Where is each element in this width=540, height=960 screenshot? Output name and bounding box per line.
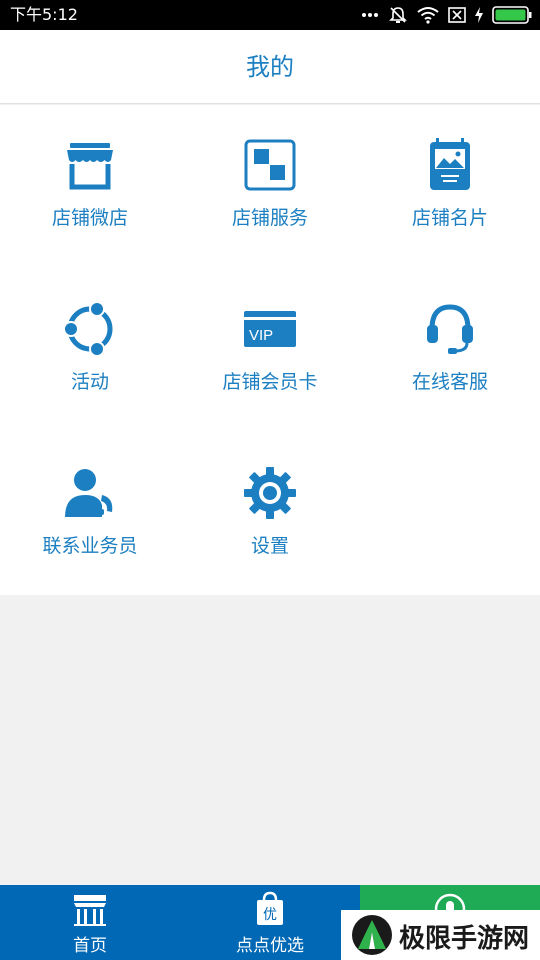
alarm-off-icon bbox=[389, 7, 407, 23]
headset-icon bbox=[427, 304, 473, 354]
menu-grid: 店铺微店 店铺服务 店铺名片 活动 VIP 店铺会员卡 在线客服 联系业务员 设… bbox=[0, 105, 540, 595]
storefront-icon bbox=[67, 143, 113, 190]
bag-badge: 优 bbox=[263, 907, 277, 923]
menu-item-label: 设置 bbox=[250, 535, 289, 557]
vip-card-icon: VIP bbox=[244, 311, 296, 347]
battery-icon bbox=[492, 6, 532, 24]
menu-item-shop-service[interactable]: 店铺服务 bbox=[180, 105, 360, 269]
menu-item-shop-microstore[interactable]: 店铺微店 bbox=[0, 105, 180, 269]
wifi-icon bbox=[417, 7, 439, 24]
activity-share-icon bbox=[63, 301, 113, 357]
menu-item-label: 店铺名片 bbox=[411, 207, 488, 229]
charging-icon bbox=[475, 7, 483, 23]
gear-icon bbox=[244, 467, 296, 519]
watermark-logo-icon bbox=[352, 915, 392, 955]
menu-item-label: 店铺服务 bbox=[231, 207, 308, 229]
menu-item-member-card[interactable]: VIP 店铺会员卡 bbox=[180, 269, 360, 433]
service-squares-icon bbox=[244, 139, 296, 191]
menu-item-label: 联系业务员 bbox=[42, 535, 138, 557]
nav-item-home[interactable]: 首页 bbox=[0, 885, 180, 960]
more-dots-icon bbox=[362, 13, 378, 17]
nav-label: 首页 bbox=[73, 936, 107, 956]
menu-item-label: 活动 bbox=[70, 371, 109, 393]
menu-item-settings[interactable]: 设置 bbox=[180, 433, 360, 597]
menu-item-label: 店铺会员卡 bbox=[222, 371, 318, 393]
menu-item-shop-card[interactable]: 店铺名片 bbox=[360, 105, 540, 269]
page-title: 我的 bbox=[246, 53, 294, 81]
watermark-text: 极限手游网 bbox=[399, 924, 530, 954]
salesperson-phone-icon bbox=[65, 469, 113, 517]
status-time: 下午5:12 bbox=[10, 5, 78, 24]
nav-label: 点点优选 bbox=[236, 936, 304, 956]
home-store-icon bbox=[74, 895, 106, 926]
status-icons bbox=[361, 4, 532, 26]
nav-item-featured[interactable]: 优 点点优选 bbox=[180, 885, 360, 960]
no-sim-icon bbox=[448, 7, 466, 23]
header: 我的 bbox=[0, 30, 540, 104]
shopping-bag-icon: 优 bbox=[257, 891, 283, 925]
menu-item-online-support[interactable]: 在线客服 bbox=[360, 269, 540, 433]
watermark: 极限手游网 bbox=[341, 910, 540, 960]
menu-item-activity[interactable]: 活动 bbox=[0, 269, 180, 433]
svg-text:VIP: VIP bbox=[249, 327, 273, 344]
menu-item-label: 店铺微店 bbox=[51, 207, 128, 229]
menu-item-label: 在线客服 bbox=[411, 371, 488, 393]
status-bar: 下午5:12 bbox=[0, 0, 540, 30]
menu-item-contact-sales[interactable]: 联系业务员 bbox=[0, 433, 180, 597]
business-card-icon bbox=[430, 138, 470, 190]
